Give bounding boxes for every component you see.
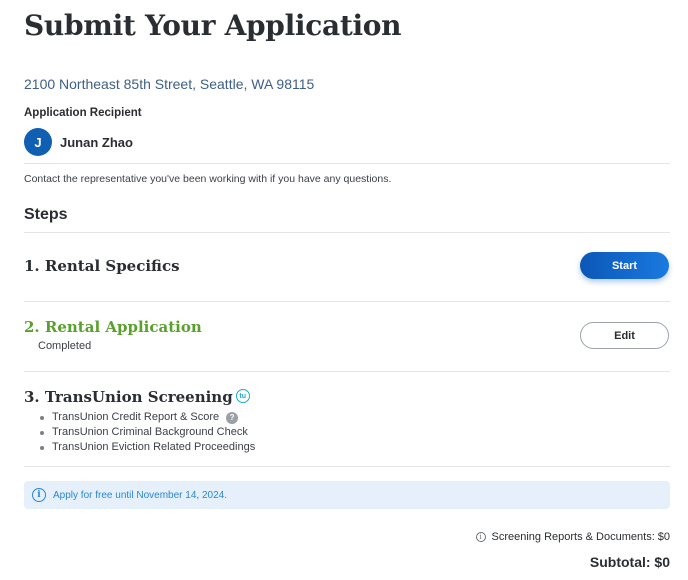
edit-button[interactable]: Edit bbox=[580, 322, 669, 349]
list-item: TransUnion Eviction Related Proceedings bbox=[40, 440, 255, 455]
question-icon[interactable]: ? bbox=[226, 411, 239, 424]
bullet-icon bbox=[40, 415, 44, 420]
divider bbox=[24, 466, 670, 467]
list-item: TransUnion Criminal Background Check bbox=[40, 425, 255, 440]
subtotal-label: Subtotal: bbox=[589, 554, 651, 570]
page-title: Submit Your Application bbox=[24, 9, 402, 42]
bullet-icon bbox=[40, 430, 44, 435]
info-icon[interactable]: i bbox=[475, 532, 486, 542]
avatar: J bbox=[24, 128, 52, 156]
step-status: Completed bbox=[38, 340, 92, 352]
property-address: 2100 Northeast 85th Street, Seattle, WA … bbox=[24, 76, 315, 92]
step-rental-specifics-title: 1. Rental Specifics bbox=[24, 257, 180, 275]
steps-heading: Steps bbox=[24, 206, 68, 223]
info-icon: i bbox=[32, 488, 46, 502]
step-rental-application-title: 2. Rental Application bbox=[24, 318, 202, 336]
screening-list: TransUnion Credit Report & Score? TransU… bbox=[40, 410, 255, 455]
subtotal-value: $0 bbox=[654, 554, 670, 570]
divider bbox=[24, 163, 670, 164]
divider bbox=[24, 232, 670, 233]
divider bbox=[24, 301, 670, 302]
step-title-text: 3. TransUnion Screening bbox=[24, 388, 233, 406]
contact-note: Contact the representative you've been w… bbox=[24, 173, 392, 185]
list-item-label: TransUnion Criminal Background Check bbox=[52, 426, 248, 438]
bullet-icon bbox=[40, 445, 44, 450]
info-banner: i Apply for free until November 14, 2024… bbox=[24, 481, 670, 509]
recipient-label: Application Recipient bbox=[24, 107, 142, 119]
step-transunion-screening-title: 3. TransUnion Screening tu bbox=[24, 388, 250, 406]
screening-fee-value: $0 bbox=[657, 531, 670, 543]
start-button[interactable]: Start bbox=[580, 252, 669, 279]
list-item-label: TransUnion Eviction Related Proceedings bbox=[52, 441, 256, 453]
list-item: TransUnion Credit Report & Score? bbox=[40, 410, 255, 425]
transunion-logo-icon: tu bbox=[235, 389, 250, 403]
screening-fee-row: i Screening Reports & Documents: $0 bbox=[475, 531, 670, 543]
list-item-label: TransUnion Credit Report & Score bbox=[52, 411, 220, 423]
recipient-name: Junan Zhao bbox=[60, 135, 133, 150]
screening-fee-label: Screening Reports & Documents: bbox=[491, 531, 655, 543]
subtotal-row: Subtotal: $0 bbox=[590, 554, 670, 570]
info-banner-text: Apply for free until November 14, 2024. bbox=[53, 489, 227, 501]
divider bbox=[24, 371, 670, 372]
